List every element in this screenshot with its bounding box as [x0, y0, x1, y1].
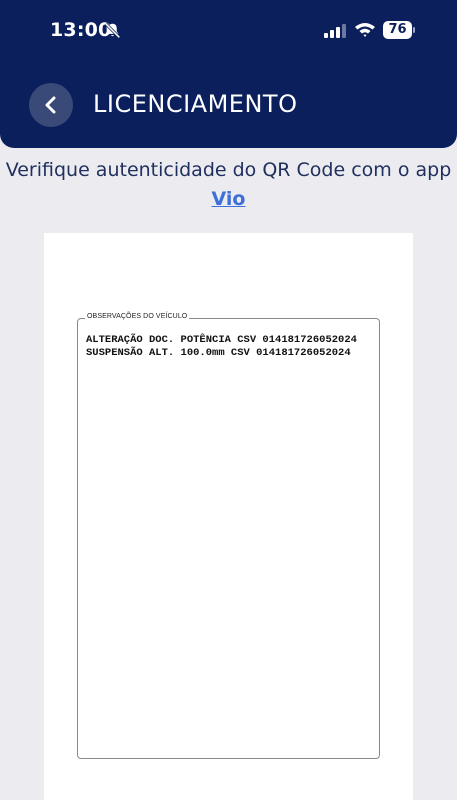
- status-time: 13:00: [50, 19, 112, 41]
- page-title: LICENCIAMENTO: [93, 90, 298, 118]
- observation-line: SUSPENSÃO ALT. 100.0mm CSV 0141817260520…: [86, 347, 351, 359]
- status-bar: 13:00 76: [0, 0, 457, 62]
- observation-line: ALTERAÇÃO DOC. POTÊNCIA CSV 014181726052…: [86, 334, 357, 346]
- document-page: OBSERVAÇÕES DO VEÍCULO ALTERAÇÃO DOC. PO…: [44, 233, 413, 800]
- signal-icon: [324, 24, 346, 38]
- vehicle-observations-box: OBSERVAÇÕES DO VEÍCULO ALTERAÇÃO DOC. PO…: [77, 313, 380, 759]
- chevron-left-icon: [45, 96, 56, 114]
- wifi-icon: [355, 23, 375, 37]
- bell-slash-icon: [104, 22, 121, 39]
- observations-text: ALTERAÇÃO DOC. POTÊNCIA CSV 014181726052…: [86, 334, 357, 360]
- battery-cap: [413, 27, 415, 33]
- battery-icon: 76: [383, 21, 415, 39]
- app-header: 13:00 76 LICENCIAMENTO: [0, 0, 457, 148]
- back-button[interactable]: [29, 83, 73, 127]
- observations-label: OBSERVAÇÕES DO VEÍCULO: [85, 313, 190, 320]
- battery-level: 76: [383, 21, 412, 39]
- vio-app-link[interactable]: Vio: [212, 188, 246, 210]
- verify-text: Verifique autenticidade do QR Code com o…: [5, 159, 452, 181]
- verify-message: Verifique autenticidade do QR Code com o…: [0, 156, 457, 214]
